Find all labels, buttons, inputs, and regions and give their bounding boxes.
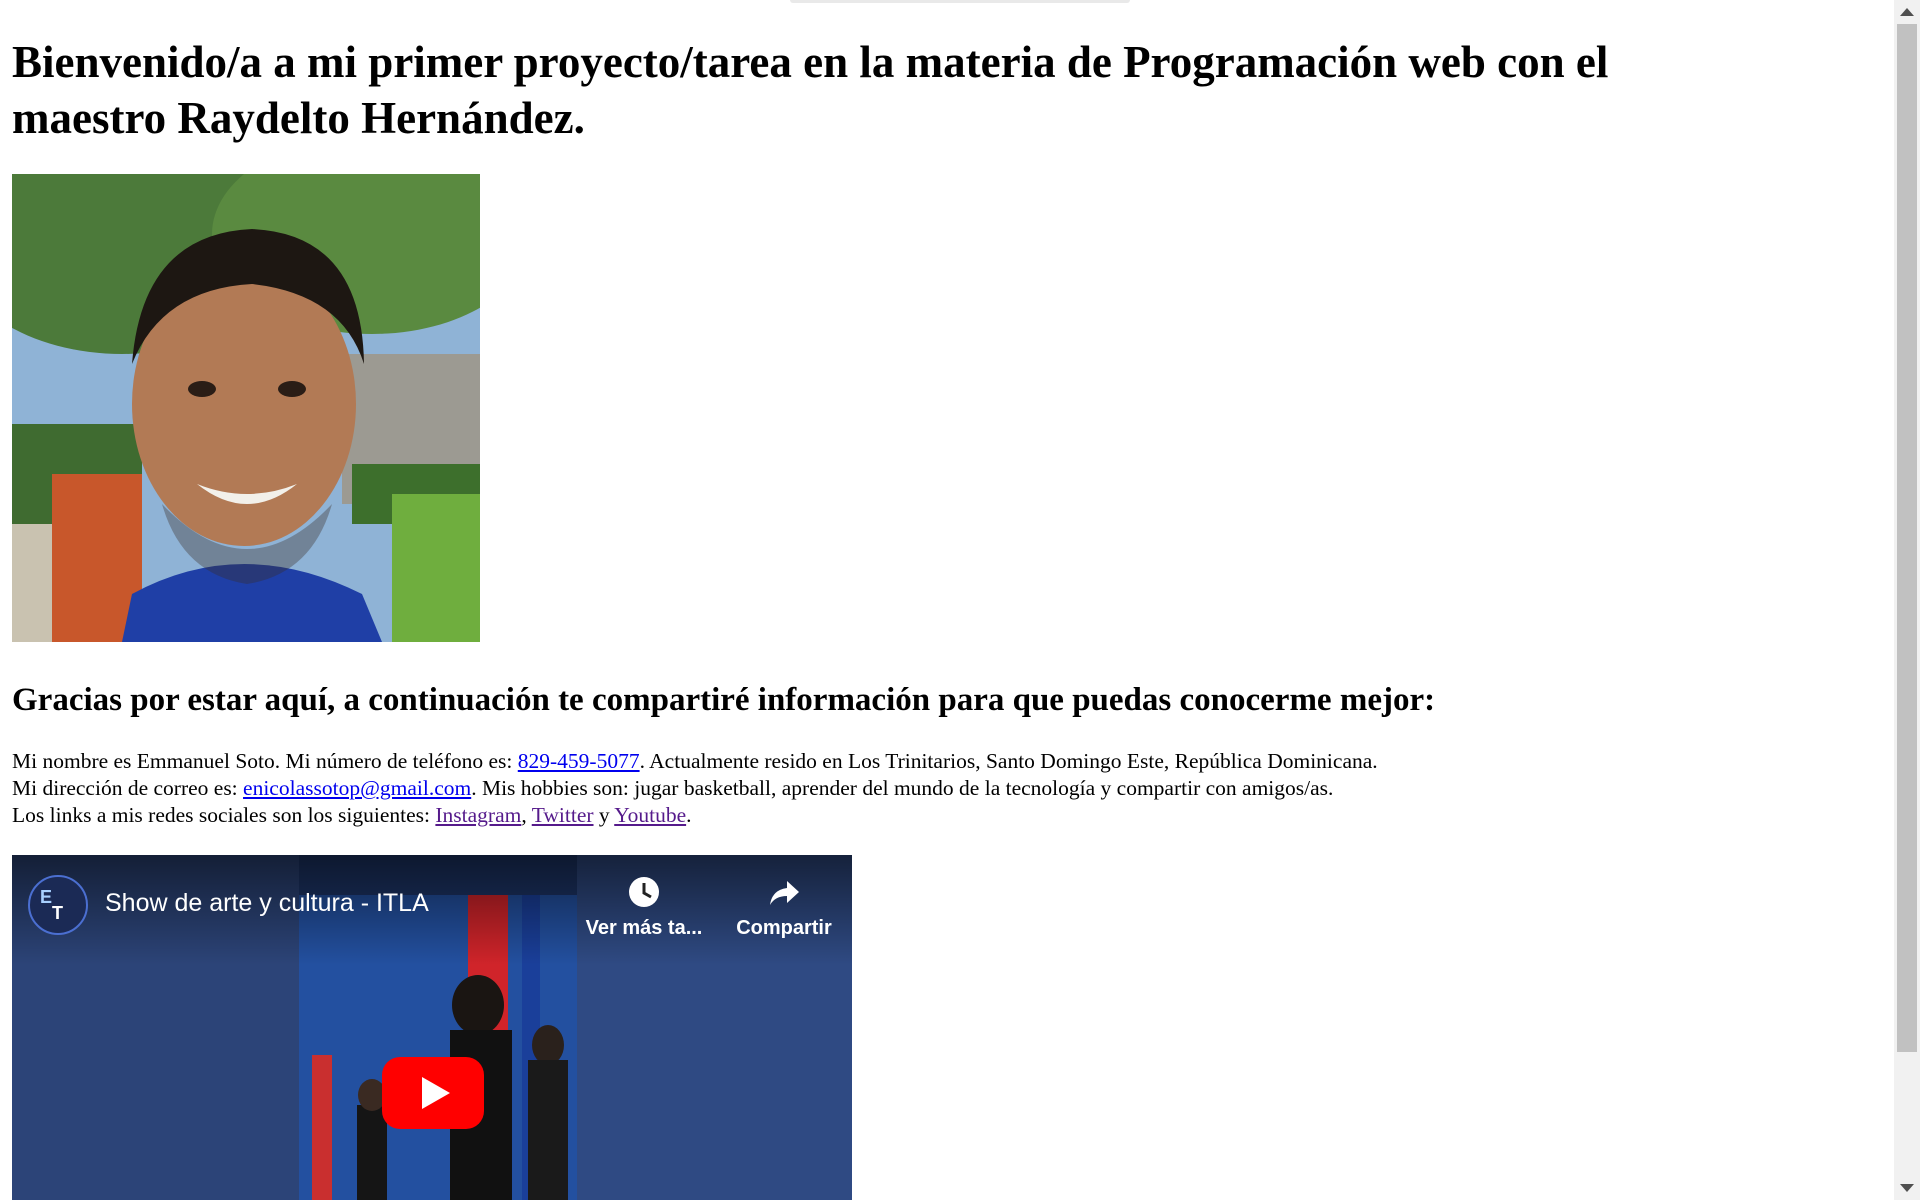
clock-icon	[629, 877, 659, 907]
social-label: Los links a mis redes sociales son los s…	[12, 803, 436, 827]
section-subtitle: Gracias por estar aquí, a continuación t…	[12, 682, 1436, 718]
phone-link[interactable]: 829-459-5077	[518, 749, 640, 773]
name-text: Mi nombre es Emmanuel Soto. Mi número de…	[12, 749, 518, 773]
scroll-up-icon[interactable]	[1900, 8, 1914, 16]
watch-later-label: Ver más ta...	[585, 917, 703, 939]
hobbies-text: . Mis hobbies son: jugar basketball, apr…	[471, 776, 1334, 800]
info-line-2: Mi dirección de correo es: enicolassotop…	[12, 775, 1378, 802]
instagram-link[interactable]: Instagram	[435, 803, 521, 827]
video-title[interactable]: Show de arte y cultura - ITLA	[105, 888, 429, 918]
share-label: Compartir	[736, 917, 832, 939]
vertical-scrollbar[interactable]	[1894, 0, 1920, 1200]
scroll-down-icon[interactable]	[1900, 1184, 1914, 1192]
share-arrow-icon	[770, 881, 799, 905]
share-button[interactable]: Compartir	[714, 875, 852, 940]
watch-later-button[interactable]: Ver más ta...	[574, 875, 714, 940]
play-button-icon[interactable]	[382, 1057, 484, 1129]
twitter-link[interactable]: Twitter	[532, 803, 594, 827]
email-link[interactable]: enicolassotop@gmail.com	[243, 776, 471, 800]
profile-photo	[12, 174, 480, 642]
residence-text: . Actualmente resido en Los Trinitarios,…	[639, 749, 1378, 773]
scrollbar-thumb[interactable]	[1897, 24, 1917, 1052]
svg-text:E: E	[40, 887, 52, 907]
channel-logo[interactable]: E T	[28, 875, 88, 935]
svg-text:T: T	[52, 903, 63, 923]
page-title: Bienvenido/a a mi primer proyecto/tarea …	[12, 37, 1609, 143]
top-shadow	[790, 0, 1130, 3]
youtube-embed[interactable]: E T Show de arte y cultura - ITLA Ver má…	[12, 855, 852, 1200]
personal-info: Mi nombre es Emmanuel Soto. Mi número de…	[12, 748, 1378, 829]
web-page: Bienvenido/a a mi primer proyecto/tarea …	[0, 0, 1894, 1200]
youtube-link[interactable]: Youtube	[614, 803, 686, 827]
comma-separator: ,	[521, 803, 532, 827]
info-line-3: Los links a mis redes sociales son los s…	[12, 802, 1378, 829]
et-logo-icon: E T	[40, 887, 63, 923]
info-line-1: Mi nombre es Emmanuel Soto. Mi número de…	[12, 748, 1378, 775]
and-separator: y	[593, 803, 615, 827]
email-label: Mi dirección de correo es:	[12, 776, 244, 800]
period: .	[686, 803, 692, 827]
